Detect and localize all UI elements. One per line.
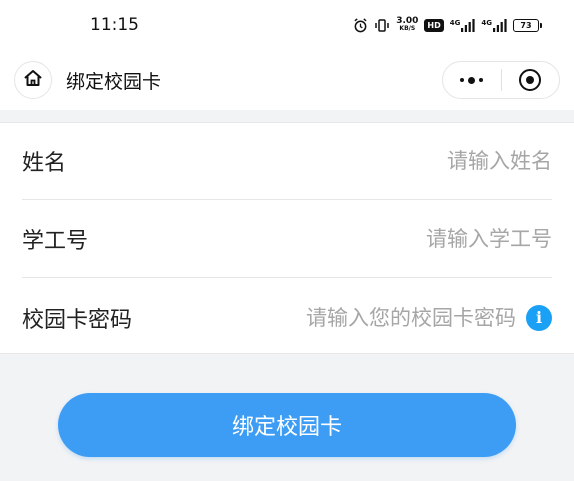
- alarm-icon: [353, 17, 368, 33]
- signal-label: 4G: [449, 18, 461, 27]
- more-icon: [460, 76, 484, 84]
- card-password-field: i: [266, 304, 552, 331]
- bind-card-button[interactable]: 绑定校园卡: [58, 393, 516, 457]
- card-password-input[interactable]: [266, 305, 516, 330]
- status-bar: 11:15 3.00 KB/S HD 4G 4G 73: [0, 0, 574, 50]
- net-speed-unit: KB/S: [399, 25, 416, 32]
- home-icon: [23, 68, 43, 92]
- close-miniprogram-button[interactable]: [502, 62, 560, 98]
- status-time: 11:15: [90, 15, 139, 35]
- net-speed-value: 3.00: [396, 16, 419, 26]
- bind-card-form: 姓名 学工号 校园卡密码 i: [0, 122, 574, 354]
- name-label: 姓名: [22, 151, 67, 176]
- form-row-card-password: 校园卡密码 i: [22, 279, 552, 356]
- student-id-label: 学工号: [22, 229, 89, 254]
- signal-label: 4G: [481, 18, 492, 27]
- nav-bar: 绑定校园卡: [0, 50, 574, 110]
- form-row-name: 姓名: [22, 123, 552, 200]
- hd-icon: HD: [424, 18, 444, 32]
- form-row-student-id: 学工号: [22, 201, 552, 278]
- info-icon[interactable]: i: [526, 304, 552, 331]
- menu-capsule: [442, 61, 560, 99]
- net-speed: 3.00 KB/S: [396, 17, 418, 33]
- battery-level: 73: [513, 18, 539, 32]
- battery-icon: 73: [513, 18, 542, 32]
- home-button[interactable]: [14, 61, 52, 99]
- signal-icon: 4G: [449, 18, 476, 32]
- page-title: 绑定校园卡: [66, 70, 162, 93]
- more-button[interactable]: [443, 62, 501, 98]
- status-icons: 3.00 KB/S HD 4G 4G 73: [353, 17, 542, 33]
- student-id-input[interactable]: [252, 227, 552, 251]
- name-input[interactable]: [252, 149, 552, 173]
- card-password-label: 校园卡密码: [22, 307, 133, 333]
- target-icon: [519, 69, 542, 91]
- signal-icon: 4G: [481, 18, 507, 32]
- vibrate-icon: [374, 18, 390, 33]
